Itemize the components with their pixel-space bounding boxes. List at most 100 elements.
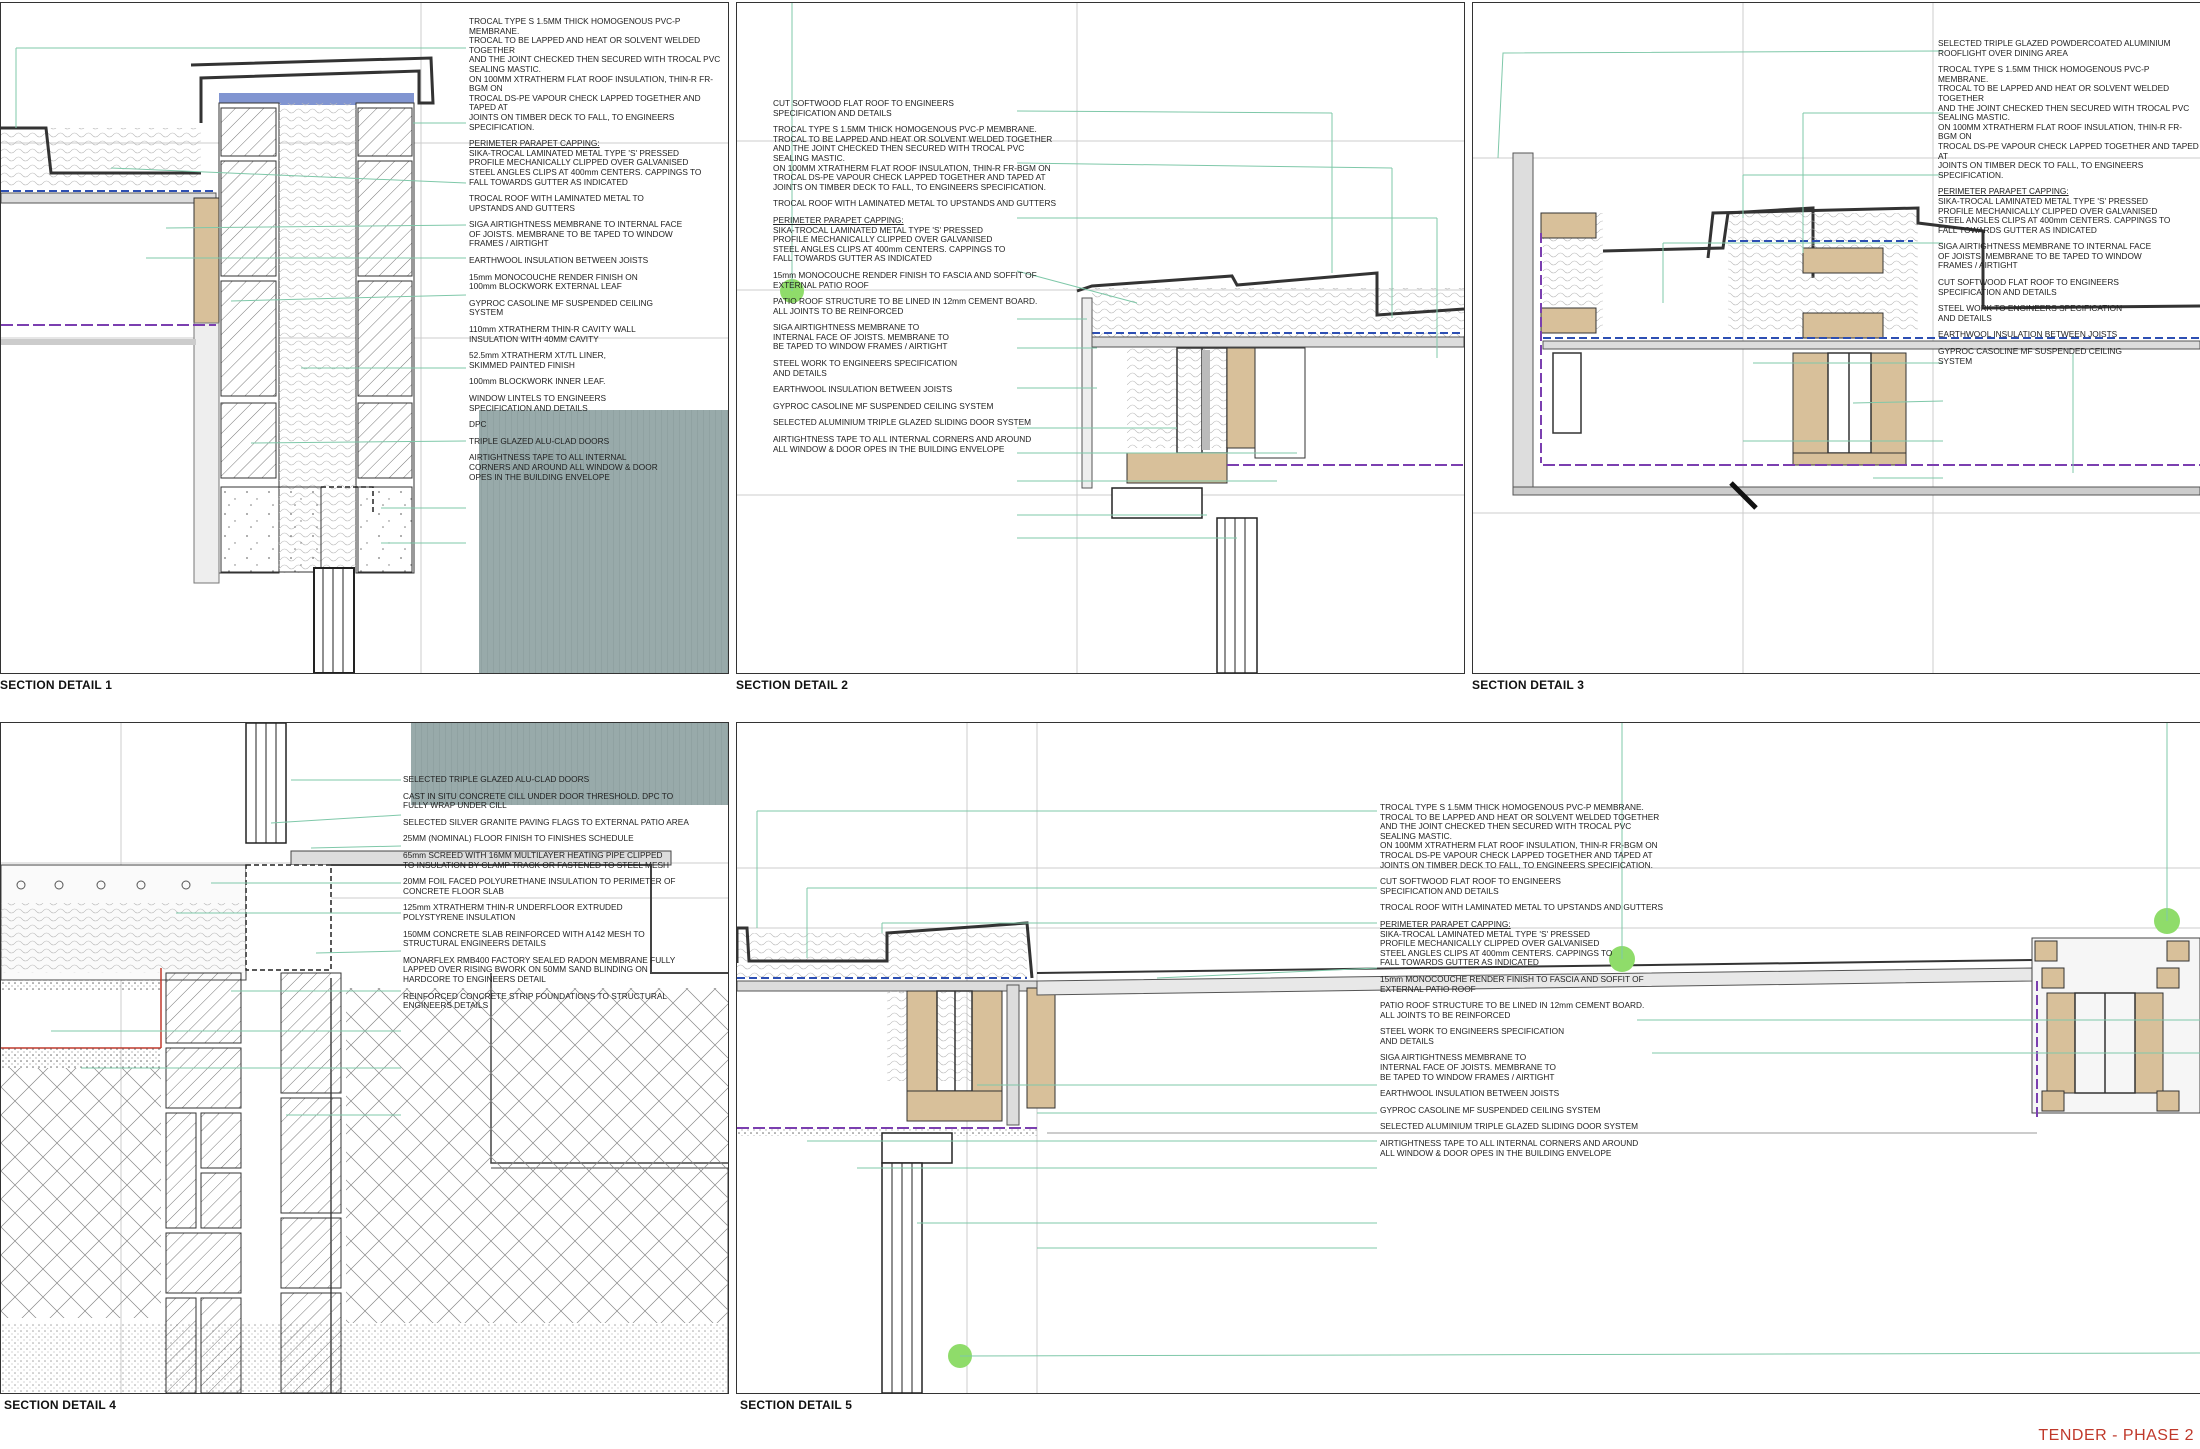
annotation-note-line: JOINTS ON TIMBER DECK TO FALL, TO ENGINE… [773, 181, 1046, 192]
annotation-note-line: EARTHWOOL INSULATION BETWEEN JOISTS [773, 384, 953, 395]
annotation-note: GYPROC CASOLINE MF SUSPENDED CEILING SYST… [469, 298, 727, 318]
annotation-note-line: EARTHWOOL INSULATION BETWEEN JOISTS [1380, 1088, 1560, 1099]
annotation-note: SIGA AIRTIGHTNESS MEMBRANE TO INTERNAL FA… [1380, 1053, 1700, 1082]
annotation-note: EARTHWOOL INSULATION BETWEEN JOISTS [773, 385, 1073, 395]
annotation-note: EARTHWOOL INSULATION BETWEEN JOISTS [1938, 330, 2200, 340]
annotation-note-line: TROCAL TO BE LAPPED AND HEAT OR SOLVENT … [469, 35, 701, 55]
annotation-note-line: SPECIFICATION AND DETAILS [1380, 885, 1499, 896]
annotation-note-line: HARDCORE TO ENGINEERS DETAIL [403, 973, 546, 984]
annotation-note-line: CONCRETE FLOOR SLAB [403, 885, 504, 896]
annotation-note: SELECTED ALUMINIUM TRIPLE GLAZED SLIDING… [1380, 1122, 1700, 1132]
annotation-note-line: TRIPLE GLAZED ALU-CLAD DOORS [469, 435, 610, 446]
annotation-note: 100mm BLOCKWORK INNER LEAF. [469, 377, 727, 387]
annotation-note: TROCAL TYPE S 1.5MM THICK HOMOGENOUS PVC… [1380, 802, 1700, 870]
annotation-note: SIGA AIRTIGHTNESS MEMBRANE TO INTERNAL F… [469, 220, 727, 249]
annotation-note: MONARFLEX RMB400 FACTORY SEALED RADON ME… [403, 955, 728, 985]
annotation-note-line: AND DETAILS [1938, 312, 1992, 323]
annotation-note: SIGA AIRTIGHTNESS MEMBRANE TO INTERNAL F… [1938, 242, 2200, 271]
annotation-note: 110mm XTRATHERM THIN-R CAVITY WALL INSULA… [469, 324, 727, 344]
annotation-note-line: SELECTED TRIPLE GLAZED ALU-CLAD DOORS [403, 774, 590, 784]
section-detail-3-notes: SELECTED TRIPLE GLAZED POWDERCOATED ALUM… [1938, 38, 2200, 373]
annotation-note: SELECTED SILVER GRANITE PAVING FLAGS TO … [403, 816, 728, 828]
annotation-note: TRIPLE GLAZED ALU-CLAD DOORS [469, 435, 727, 447]
annotation-note-line: FALL TOWARDS GUTTER AS INDICATED [469, 176, 628, 187]
section-detail-2-notes: CUT SOFTWOOD FLAT ROOF TO ENGINEERS SPECI… [773, 98, 1073, 461]
annotation-note-line: 100mm BLOCKWORK INNER LEAF. [469, 376, 606, 387]
annotation-note: EARTHWOOL INSULATION BETWEEN JOISTS [469, 255, 727, 266]
section-detail-4-notes: SELECTED TRIPLE GLAZED ALU-CLAD DOORS CAS… [403, 774, 728, 1018]
annotation-note-line: ON 100MM XTRATHERM FLAT ROOF INSULATION,… [469, 73, 714, 94]
annotation-note-line: DPC [469, 419, 487, 430]
annotation-note-line: BE TAPED TO WINDOW FRAMES / AIRTIGHT [1380, 1071, 1555, 1082]
section-detail-4-panel: SELECTED TRIPLE GLAZED ALU-CLAD DOORS CAS… [0, 722, 729, 1394]
annotation-note: CUT SOFTWOOD FLAT ROOF TO ENGINEERS SPECI… [1938, 277, 2200, 297]
annotation-note: CUT SOFTWOOD FLAT ROOF TO ENGINEERS SPECI… [1380, 877, 1700, 896]
annotation-note-line: FRAMES / AIRTIGHT [1938, 260, 2018, 271]
annotation-note-line: STRUCTURAL ENGINEERS DETAILS [403, 938, 546, 949]
annotation-note: STEEL WORK TO ENGINEERS SPECIFICATION AND… [773, 358, 1073, 378]
annotation-note: SIGA AIRTIGHTNESS MEMBRANE TO INTERNAL FA… [773, 323, 1073, 352]
annotation-note: 15mm MONOCOUCHE RENDER FINISH TO FASCIA … [773, 270, 1073, 290]
annotation-note-line: FRAMES / AIRTIGHT [469, 238, 549, 249]
annotation-note: 15mm MONOCOUCHE RENDER FINISH TO FASCIA … [1380, 974, 1700, 994]
annotation-note-line: ENGINEERS DETAILS [403, 1000, 489, 1011]
annotation-note-line: TO INSULATION BY CLAMP TRACK OR FASTENED… [403, 859, 670, 870]
section-detail-1-caption: SECTION DETAIL 1 [0, 678, 113, 692]
annotation-note: AIRTIGHTNESS TAPE TO ALL INTERNAL CORNER… [1380, 1138, 1700, 1158]
annotation-note: TROCAL TYPE S 1.5MM THICK HOMOGENOUS PVC… [773, 125, 1073, 192]
annotation-note-line: TROCAL DS-PE VAPOUR CHECK LAPPED TOGETHE… [1938, 140, 2199, 161]
annotation-note-line: ON 100MM XTRATHERM FLAT ROOF INSULATION,… [1938, 121, 2183, 142]
annotation-note-line: AND DETAILS [773, 367, 827, 378]
annotation-note-line: FULLY WRAP UNDER CILL [403, 800, 507, 811]
annotation-note-line: ALL WINDOW & DOOR OPES IN THE BUILDING E… [1380, 1147, 1612, 1158]
annotation-note-line: JOINTS ON TIMBER DECK TO FALL, TO ENGINE… [469, 111, 675, 132]
annotation-note-line: INSULATION WITH 40MM CAVITY [469, 333, 599, 344]
section-detail-2-caption: SECTION DETAIL 2 [736, 678, 849, 692]
annotation-note: 125mm XTRATHERM THIN-R UNDERFLOOR EXTRUD… [403, 903, 728, 922]
annotation-note-line: AND DETAILS [1380, 1035, 1434, 1046]
annotation-note-line: POLYSTYRENE INSULATION [403, 911, 516, 922]
section-detail-5-caption: SECTION DETAIL 5 [740, 1398, 853, 1412]
annotation-note: AIRTIGHTNESS TAPE TO ALL INTERNAL CORNERS… [469, 453, 727, 482]
annotation-note-line: TROCAL TYPE S 1.5MM THICK HOMOGENOUS PVC… [1938, 64, 2150, 84]
annotation-note-line: JOINTS ON TIMBER DECK TO FALL, TO ENGINE… [1380, 859, 1653, 870]
section-detail-5-panel: TROCAL TYPE S 1.5MM THICK HOMOGENOUS PVC… [736, 722, 2200, 1394]
annotation-note-line: EXTERNAL PATIO ROOF [773, 279, 869, 290]
annotation-note-line: TROCAL DS-PE VAPOUR CHECK LAPPED TOGETHE… [469, 92, 701, 113]
annotation-note-line: FALL TOWARDS GUTTER AS INDICATED [773, 253, 932, 264]
annotation-note: PATIO ROOF STRUCTURE TO BE LINED IN 12mm… [1380, 1000, 1700, 1020]
annotation-note-line: OPES IN THE BUILDING ENVELOPE [469, 471, 610, 482]
annotation-note-line: ROOFLIGHT OVER DINING AREA [1938, 47, 2068, 58]
annotation-note-line: ALL JOINTS TO BE REINFORCED [1380, 1009, 1511, 1020]
annotation-note: PERIMETER PARAPET CAPPING: SIKA-TROCAL LA… [773, 215, 1073, 264]
annotation-note-line: SYSTEM [469, 307, 504, 318]
annotation-note-line: SKIMMED PAINTED FINISH [469, 359, 575, 370]
annotation-note: GYPROC CASOLINE MF SUSPENDED CEILING SYS… [1380, 1104, 1700, 1116]
annotation-note-line: SPECIFICATION AND DETAILS [773, 107, 892, 118]
annotation-note: STEEL WORK TO ENGINEERS SPECIFICATION AND… [1938, 304, 2200, 323]
section-detail-1-notes: TROCAL TYPE S 1.5MM THICK HOMOGENOUS PVC… [469, 16, 727, 489]
annotation-note-line: SPECIFICATION AND DETAILS [1938, 286, 2057, 297]
annotation-note-line: TROCAL ROOF WITH LAMINATED METAL TO UPST… [773, 198, 1057, 209]
annotation-note: AIRTIGHTNESS TAPE TO ALL INTERNAL CORNER… [773, 434, 1073, 454]
annotation-note: TROCAL ROOF WITH LAMINATED METAL TO UPST… [773, 199, 1073, 209]
annotation-note: 25MM (NOMINAL) FLOOR FINISH TO FINISHES … [403, 834, 728, 844]
annotation-note: GYPROC CASOLINE MF SUSPENDED CEILING SYST… [1938, 346, 2200, 366]
annotation-note-line: ALL WINDOW & DOOR OPES IN THE BUILDING E… [773, 443, 1005, 454]
annotation-note-line: SELECTED SILVER GRANITE PAVING FLAGS TO … [403, 816, 689, 827]
annotation-note-line: 25MM (NOMINAL) FLOOR FINISH TO FINISHES … [403, 833, 634, 844]
annotation-note-line: EARTHWOOL INSULATION BETWEEN JOISTS [469, 255, 649, 266]
annotation-note: DPC [469, 420, 727, 430]
annotation-note: 150MM CONCRETE SLAB REINFORCED WITH A142… [403, 929, 728, 949]
annotation-note-line: SELECTED ALUMINIUM TRIPLE GLAZED SLIDING… [1380, 1121, 1639, 1132]
annotation-note: PATIO ROOF STRUCTURE TO BE LINED IN 12mm… [773, 296, 1073, 316]
annotation-note: EARTHWOOL INSULATION BETWEEN JOISTS [1380, 1089, 1700, 1099]
section-detail-4-caption: SECTION DETAIL 4 [4, 1398, 117, 1412]
annotation-note: PERIMETER PARAPET CAPPING: SIKA-TROCAL LA… [1380, 919, 1700, 968]
annotation-note: REINFORCED CONCRETE STRIP FOUNDATIONS TO… [403, 991, 728, 1011]
annotation-note-line: GYPROC CASOLINE MF SUSPENDED CEILING SYS… [1380, 1104, 1601, 1115]
annotation-note-line: BE TAPED TO WINDOW FRAMES / AIRTIGHT [773, 341, 948, 352]
annotation-note: SELECTED ALUMINIUM TRIPLE GLAZED SLIDING… [773, 418, 1073, 428]
annotation-note: TROCAL TYPE S 1.5MM THICK HOMOGENOUS PVC… [1938, 64, 2200, 180]
annotation-note-line: TROCAL TYPE S 1.5MM THICK HOMOGENOUS PVC… [469, 16, 681, 36]
